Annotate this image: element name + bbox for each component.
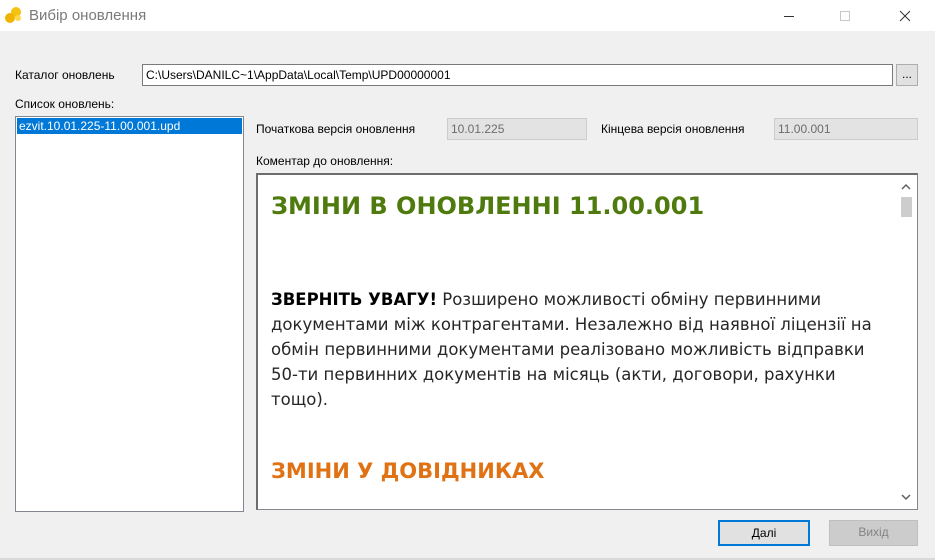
chevron-down-icon: [901, 494, 911, 501]
chevron-up-icon: [901, 183, 911, 190]
comment-label: Коментар до оновлення:: [256, 154, 394, 168]
minimize-icon: [784, 15, 794, 17]
end-version-field: 11.00.001: [774, 118, 918, 140]
maximize-icon: [840, 10, 850, 21]
update-notice: ЗВЕРНІТЬ УВАГУ! Розширено можливості обм…: [271, 287, 886, 412]
app-logo-icon: [5, 7, 21, 23]
close-icon: [899, 10, 911, 21]
update-heading: ЗМІНИ В ОНОВЛЕННІ 11.00.001: [271, 192, 705, 220]
browse-button[interactable]: ...: [896, 64, 918, 86]
start-version-label: Початкова версія оновлення: [256, 122, 416, 136]
update-selection-dialog: Вибір оновлення Каталог оновлень C:\User…: [0, 0, 935, 560]
start-version-field: 10.01.225: [447, 118, 587, 140]
maximize-button[interactable]: [822, 0, 868, 31]
catalog-label: Каталог оновлень: [15, 68, 115, 82]
vertical-scrollbar[interactable]: [895, 175, 917, 509]
exit-button[interactable]: Вихід: [829, 520, 918, 546]
update-list[interactable]: ezvit.10.01.225-11.00.001.upd: [15, 116, 244, 512]
minimize-button[interactable]: [766, 0, 812, 31]
end-version-label: Кінцева версія оновлення: [601, 122, 745, 136]
list-item[interactable]: ezvit.10.01.225-11.00.001.upd: [17, 118, 242, 134]
scroll-up-button[interactable]: [895, 178, 917, 196]
scroll-thumb[interactable]: [901, 197, 912, 217]
update-list-label: Список оновлень:: [15, 97, 115, 111]
attention-label: ЗВЕРНІТЬ УВАГУ!: [271, 290, 438, 309]
section-heading: ЗМІНИ У ДОВІДНИКАХ: [271, 459, 545, 483]
scroll-down-button[interactable]: [895, 488, 917, 506]
close-button[interactable]: [882, 0, 928, 31]
catalog-path-input[interactable]: C:\Users\DANILC~1\AppData\Local\Temp\UPD…: [142, 64, 893, 86]
title-bar[interactable]: Вибір оновлення: [0, 0, 935, 31]
window-title: Вибір оновлення: [29, 7, 147, 24]
comment-viewer[interactable]: ЗМІНИ В ОНОВЛЕННІ 11.00.001 ЗВЕРНІТЬ УВА…: [256, 173, 918, 510]
next-button[interactable]: Далі: [718, 520, 810, 546]
